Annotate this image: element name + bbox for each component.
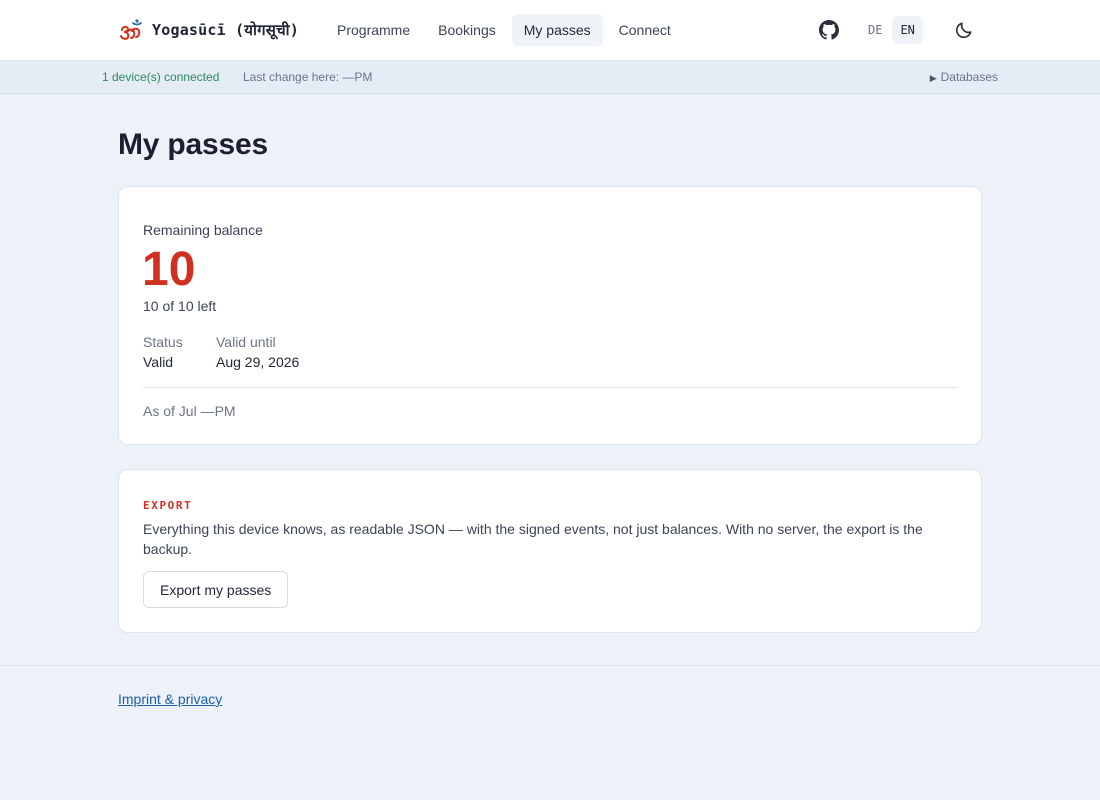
brand-name: Yogasūcī (योगसूची)	[152, 21, 299, 39]
balance-value: 10	[142, 243, 196, 296]
export-description: Everything this device knows, as readabl…	[143, 521, 923, 557]
imprint-link[interactable]: Imprint & privacy	[118, 691, 222, 707]
nav-connect[interactable]: Connect	[607, 14, 683, 46]
lang-en[interactable]: EN	[892, 16, 923, 44]
language-switch: DE EN	[860, 16, 923, 44]
moon-icon[interactable]	[954, 20, 974, 40]
nav-my-passes[interactable]: My passes	[511, 14, 603, 46]
export-card: EXPORT Everything this device knows, as …	[118, 469, 982, 633]
balance-subtext: 10 of 10 left	[143, 298, 217, 314]
databases-toggle[interactable]: ▶ Databases	[930, 70, 998, 84]
export-button[interactable]: Export my passes	[143, 571, 289, 608]
balance-card: Remaining balance 10 10 of 10 left Statu…	[118, 186, 982, 445]
page-title: My passes	[118, 128, 268, 161]
github-icon[interactable]	[819, 20, 839, 40]
top-bar: Yogasūcī (योगसूची) Programme Bookings My…	[0, 0, 1100, 61]
status-field: Status Valid	[143, 334, 183, 370]
om-icon	[120, 19, 142, 40]
export-heading: EXPORT	[143, 499, 193, 512]
as-of-timestamp: As of Jul —PM	[143, 403, 236, 419]
nav-bookings[interactable]: Bookings	[426, 14, 508, 46]
valid-until-value: Aug 29, 2026	[216, 354, 300, 370]
databases-label: Databases	[940, 70, 998, 84]
connected-devices: 1 device(s) connected	[102, 70, 220, 84]
lang-de[interactable]: DE	[860, 16, 890, 44]
status-label: Status	[143, 334, 183, 350]
footer-divider	[0, 665, 1100, 666]
last-change: Last change here: —PM	[243, 70, 373, 84]
brand[interactable]: Yogasūcī (योगसूची)	[118, 17, 299, 43]
main-nav: Programme Bookings My passes Connect	[325, 14, 683, 46]
status-value: Valid	[143, 354, 174, 370]
divider	[143, 387, 957, 388]
triangle-right-icon: ▶	[929, 73, 937, 83]
valid-until-field: Valid until Aug 29, 2026	[216, 334, 299, 370]
valid-until-label: Valid until	[216, 334, 276, 350]
nav-programme[interactable]: Programme	[325, 14, 422, 46]
sync-status-bar: 1 device(s) connected Last change here: …	[0, 61, 1100, 94]
balance-label: Remaining balance	[143, 222, 263, 238]
